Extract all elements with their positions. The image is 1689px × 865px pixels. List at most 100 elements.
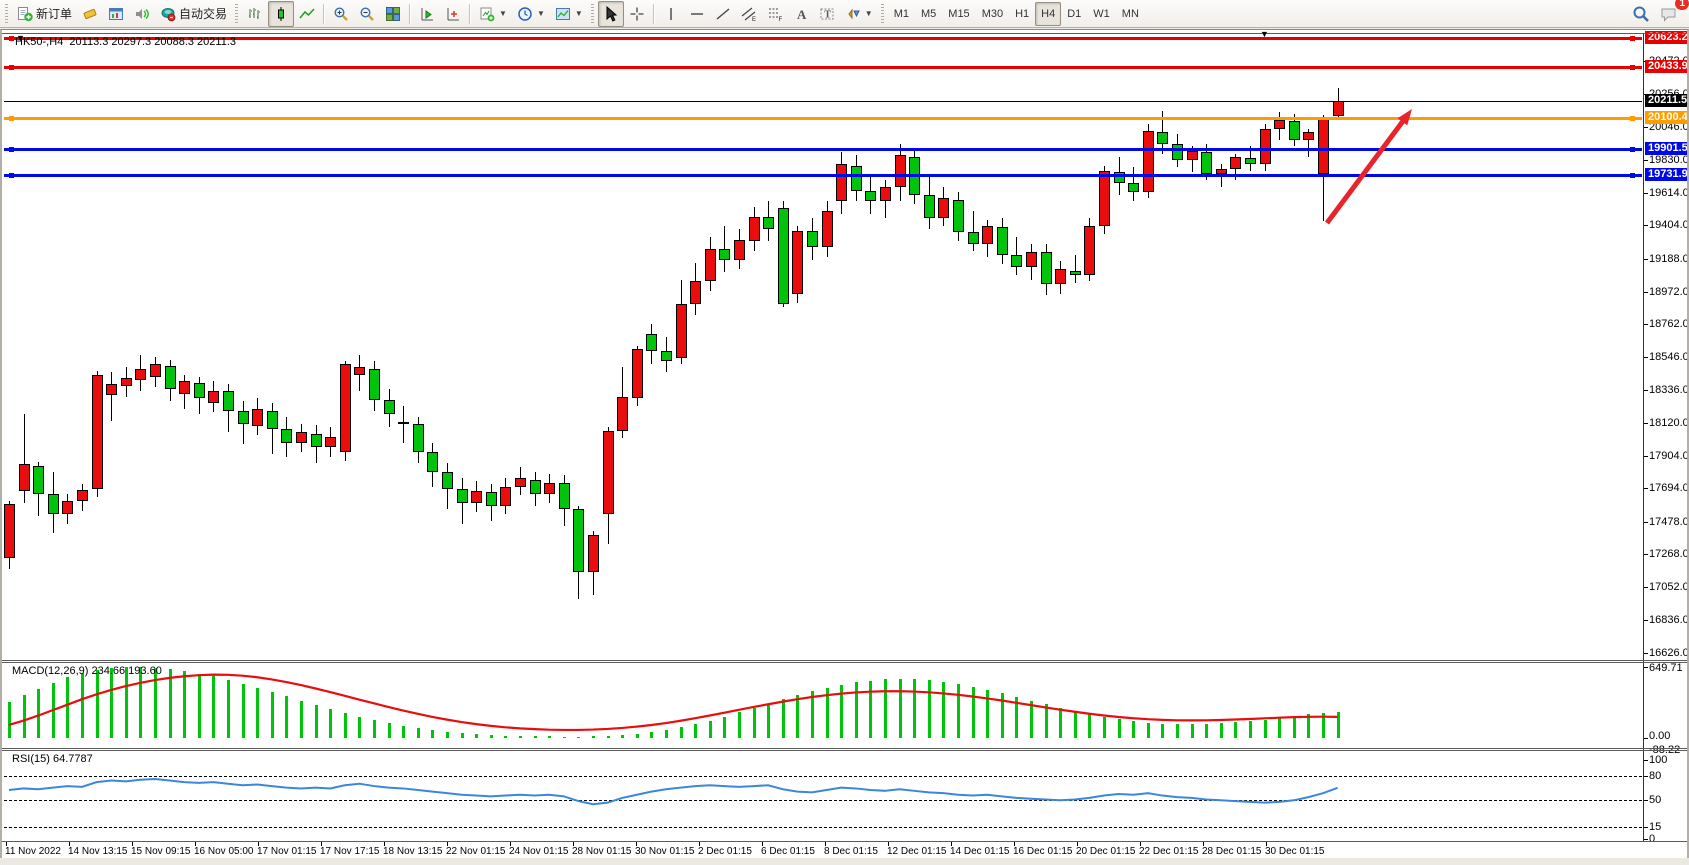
toolbar-grip[interactable] [5, 4, 8, 24]
line-handle[interactable] [1630, 36, 1635, 41]
macd-histogram-bar [811, 691, 814, 738]
line-handle[interactable] [1630, 147, 1635, 152]
candle [1303, 132, 1314, 140]
timeframe-button-w1[interactable]: W1 [1087, 2, 1116, 26]
market-watch-button[interactable] [103, 1, 129, 27]
chevron-down-icon[interactable]: ▼ [537, 9, 545, 18]
line-chart-button[interactable] [294, 1, 320, 27]
new-order-button[interactable]: 新订单 [12, 1, 77, 27]
auto-trading-button[interactable]: 自动交易 [155, 1, 232, 27]
fibonacci-tool[interactable]: F [762, 1, 788, 27]
candle [588, 535, 599, 572]
pane-separator[interactable] [2, 748, 1687, 749]
text-tool[interactable]: A [788, 1, 814, 27]
candle [296, 432, 307, 443]
candle [92, 375, 103, 489]
horizontal-line-object[interactable] [4, 37, 1642, 40]
line-handle[interactable] [9, 116, 14, 121]
zoom-out-button[interactable] [354, 1, 380, 27]
pane-separator[interactable] [2, 660, 1687, 661]
line-handle[interactable] [9, 147, 14, 152]
chat-button[interactable]: 1 [1655, 1, 1683, 27]
timeframe-button-mn[interactable]: MN [1116, 2, 1145, 26]
chart-window[interactable]: HK50-,H4 20113.3 20297.3 20088.3 20211.3… [0, 29, 1689, 858]
macd-axis-label: 649.71 [1649, 663, 1683, 674]
line-handle[interactable] [9, 173, 14, 178]
line-handle[interactable] [9, 36, 14, 41]
quotes-button[interactable] [77, 1, 103, 27]
horizontal-line-tool[interactable] [684, 1, 710, 27]
trendline-tool[interactable] [710, 1, 736, 27]
zoom-in-button[interactable] [328, 1, 354, 27]
horizontal-line-object[interactable] [4, 148, 1642, 151]
timeframe-button-m1[interactable]: M1 [888, 2, 915, 26]
price-tick-label: 17478.0 [1649, 517, 1689, 528]
chevron-down-icon[interactable]: ▼ [575, 9, 583, 18]
trend-arrow[interactable] [1327, 117, 1406, 223]
line-handle[interactable] [1630, 173, 1635, 178]
chart-shift-button[interactable] [414, 1, 440, 27]
macd-histogram-bar [154, 668, 157, 738]
candle [997, 227, 1008, 255]
template-button[interactable]: ▼ [550, 1, 588, 27]
macd-histogram-bar [1147, 723, 1150, 738]
toolbar-separator [653, 4, 655, 24]
line-handle[interactable] [1630, 65, 1635, 70]
zoom-out-icon [359, 6, 375, 22]
macd-histogram-bar [52, 683, 55, 738]
toolbar-grip[interactable] [591, 4, 594, 24]
marker-triangle-icon[interactable]: ▼ [16, 34, 25, 43]
macd-histogram-bar [1103, 717, 1106, 738]
price-tick-label: 17694.0 [1649, 483, 1689, 494]
macd-histogram-bar [271, 692, 274, 738]
macd-histogram-bar [1176, 724, 1179, 738]
timeframe-button-m5[interactable]: M5 [915, 2, 942, 26]
rsi-axis-label: 15 [1649, 822, 1661, 833]
candlestick-chart-button[interactable] [268, 1, 294, 27]
period-button[interactable]: ▼ [512, 1, 550, 27]
macd-histogram-bar [329, 709, 332, 738]
timeframe-button-h4[interactable]: H4 [1035, 2, 1061, 26]
horizontal-line-object[interactable] [4, 174, 1642, 177]
time-tick-label: 2 Dec 01:15 [698, 846, 752, 857]
marker-triangle-icon[interactable]: ▼ [1260, 30, 1269, 39]
vertical-line-tool[interactable] [658, 1, 684, 27]
line-handle[interactable] [9, 65, 14, 70]
sound-button[interactable] [129, 1, 155, 27]
candle [1026, 252, 1037, 267]
macd-histogram-bar [519, 736, 522, 738]
macd-histogram-bar [37, 689, 40, 738]
arrows-tool[interactable]: ▼ [840, 1, 878, 27]
timeframe-button-d1[interactable]: D1 [1061, 2, 1087, 26]
price-tick-label: 17268.0 [1649, 549, 1689, 560]
line-icon [299, 6, 315, 22]
horizontal-line-object[interactable] [4, 66, 1642, 69]
auto-scroll-button[interactable] [440, 1, 466, 27]
channel-tool[interactable]: E [736, 1, 762, 27]
tile-windows-button[interactable] [380, 1, 406, 27]
cursor-tool-button[interactable] [598, 1, 624, 27]
chevron-down-icon[interactable]: ▼ [865, 9, 873, 18]
macd-histogram-bar [1220, 723, 1223, 738]
macd-histogram-bar [972, 687, 975, 738]
crosshair-tool-button[interactable] [624, 1, 650, 27]
pane-separator[interactable] [2, 750, 1687, 751]
timeframe-button-m15[interactable]: M15 [942, 2, 975, 26]
candle [1318, 118, 1329, 173]
timeframe-button-m30[interactable]: M30 [976, 2, 1009, 26]
macd-histogram-bar [504, 736, 507, 738]
toolbar-grip[interactable] [235, 4, 238, 24]
line-handle[interactable] [1630, 116, 1635, 121]
new-chart-button[interactable]: ▼ [474, 1, 512, 27]
text-label-tool[interactable]: T [814, 1, 840, 27]
pane-separator[interactable] [2, 662, 1687, 663]
horizontal-line-object[interactable] [4, 101, 1642, 102]
horizontal-line-object[interactable] [4, 117, 1642, 120]
candle [953, 200, 964, 232]
timeframe-button-h1[interactable]: H1 [1009, 2, 1035, 26]
toolbar-grip[interactable] [881, 4, 884, 24]
chevron-down-icon[interactable]: ▼ [499, 9, 507, 18]
search-button[interactable] [1627, 1, 1655, 27]
bar-chart-button[interactable] [242, 1, 268, 27]
macd-histogram-bar [1015, 697, 1018, 738]
